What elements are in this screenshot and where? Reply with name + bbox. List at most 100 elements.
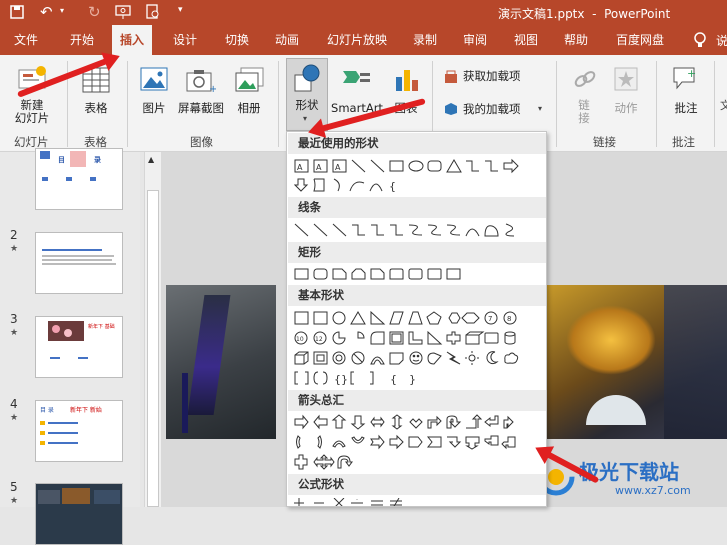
animation-star-icon: ★ — [10, 496, 19, 506]
slide4-title: 目 录 — [40, 407, 54, 414]
slide1-title2: 录 — [94, 156, 101, 164]
group-label-images: 图像 — [190, 135, 213, 149]
new-slide-label: 新建 幻灯片 — [14, 98, 50, 125]
undo-icon[interactable]: ↶ — [40, 3, 53, 21]
my-addins-button[interactable]: 我的加载项 ▾ — [444, 100, 544, 120]
slide-image-left — [166, 285, 276, 439]
arrows-row-2[interactable] — [294, 434, 539, 450]
picture-icon — [140, 67, 168, 94]
shapes-icon — [293, 63, 323, 96]
tab-view[interactable]: 视图 — [514, 25, 538, 55]
album-button[interactable]: 相册 — [228, 59, 270, 129]
tab-baidu-netdisk[interactable]: 百度网盘 — [616, 25, 664, 55]
tab-slideshow[interactable]: 幻灯片放映 — [327, 25, 387, 55]
arrows-row-3[interactable] — [294, 454, 374, 470]
svg-text:8: 8 — [507, 315, 511, 323]
watermark-url: www.xz7.com — [615, 484, 691, 497]
svg-text:{: { — [389, 180, 396, 193]
tab-design[interactable]: 设计 — [173, 25, 197, 55]
svg-text:12: 12 — [315, 336, 323, 343]
link-button: 链 接 — [566, 59, 602, 131]
customize-qat-icon[interactable]: ▾ — [178, 5, 183, 15]
slide-thumbnail-3[interactable]: 新年下 基础 — [35, 316, 123, 378]
svg-text:10: 10 — [296, 336, 304, 343]
slide-thumbnail-5[interactable] — [35, 483, 123, 545]
tab-review[interactable]: 审阅 — [463, 25, 487, 55]
animation-star-icon: ★ — [10, 413, 19, 423]
slide-number: 4 — [10, 397, 18, 411]
save-icon[interactable] — [10, 5, 24, 22]
tab-transitions[interactable]: 切换 — [225, 25, 249, 55]
slide-number: 5 — [10, 480, 18, 494]
ribbon-divider — [127, 61, 128, 147]
svg-text:}: } — [409, 373, 416, 386]
ribbon-divider — [656, 61, 657, 147]
svg-text:A: A — [297, 163, 303, 172]
photo-album-icon — [235, 67, 265, 96]
animation-star-icon: ★ — [10, 244, 19, 254]
basic-shapes-row-1[interactable]: 78 — [294, 310, 539, 326]
store-icon — [444, 70, 458, 87]
lightbulb-icon[interactable] — [693, 31, 707, 52]
shapes-label: 形状 — [295, 98, 319, 112]
scroll-up-icon[interactable]: ▲ — [148, 155, 154, 164]
picture-button[interactable]: 图片 — [134, 59, 174, 129]
action-label: 动作 — [614, 101, 638, 115]
section-header-recent-shapes: 最近使用的形状 — [288, 133, 546, 154]
comment-button[interactable]: + 批注 — [664, 59, 708, 129]
slide-thumbnail-4[interactable]: 目 录 新年下 新始 — [35, 400, 123, 462]
svg-text:+: + — [209, 84, 216, 93]
shapes-button[interactable]: 形状 ▾ — [286, 58, 328, 131]
chart-icon — [394, 67, 420, 96]
svg-text:{: { — [390, 373, 397, 386]
get-addins-label: 获取加载项 — [463, 69, 521, 83]
section-header-rectangles: 矩形 — [288, 242, 546, 263]
tell-me-overflow[interactable]: 说 — [716, 32, 727, 49]
basic-shapes-row-3[interactable] — [294, 350, 539, 366]
recent-shapes-row-2[interactable]: { — [294, 177, 414, 193]
new-slide-button[interactable]: 新建 幻灯片 — [4, 59, 60, 129]
slide-thumbnail-1[interactable]: 目 录 — [35, 148, 123, 210]
section-header-block-arrows: 箭头总汇 — [288, 390, 546, 411]
lines-row[interactable] — [294, 222, 539, 238]
animation-star-icon: ★ — [10, 328, 19, 338]
section-header-lines: 线条 — [288, 197, 546, 218]
link-icon — [573, 67, 597, 94]
screenshot-button[interactable]: + 屏幕截图 — [174, 59, 228, 129]
tab-home[interactable]: 开始 — [70, 25, 94, 55]
recent-shapes-row[interactable]: A A A — [294, 158, 539, 174]
tab-animations[interactable]: 动画 — [275, 25, 299, 55]
thumbnail-scrollbar[interactable]: ▲ — [144, 152, 161, 507]
table-label: 表格 — [84, 101, 108, 115]
arrows-row-1[interactable] — [294, 414, 539, 430]
tab-record[interactable]: 录制 — [413, 25, 437, 55]
ribbon-divider — [714, 61, 715, 147]
action-star-icon — [614, 67, 638, 94]
svg-text:7: 7 — [488, 315, 492, 323]
basic-shapes-row-4[interactable]: {} {} — [294, 370, 434, 386]
svg-text:A: A — [335, 163, 341, 172]
equation-shapes-row[interactable] — [294, 498, 414, 506]
addins-icon — [444, 102, 458, 119]
tab-file[interactable]: 文件 — [14, 25, 38, 55]
rectangles-row[interactable] — [294, 266, 494, 282]
shapes-gallery-dropdown[interactable]: 最近使用的形状 A A A { 线条 矩形 基本形状 7 8 10 12 {} … — [286, 131, 547, 507]
title-bar: ↶ ▾ ↻ ▾ 演示文稿1.pptx - PowerPoint — [0, 0, 727, 25]
tab-help[interactable]: 帮助 — [564, 25, 588, 55]
preview-icon[interactable] — [145, 4, 161, 23]
screenshot-icon: + — [186, 69, 217, 96]
slide-image-right — [546, 285, 727, 439]
chart-button[interactable]: 图表 — [386, 59, 426, 129]
scroll-thumb[interactable] — [147, 190, 159, 507]
comment-icon: + — [672, 66, 700, 95]
undo-dropdown-icon[interactable]: ▾ — [60, 6, 64, 15]
ribbon-divider — [556, 61, 557, 147]
present-icon[interactable] — [115, 4, 131, 23]
group-label-comments: 批注 — [672, 135, 695, 149]
svg-text:+: + — [687, 67, 696, 80]
overflow-icon: 文 — [720, 99, 727, 112]
slide-number: 3 — [10, 312, 18, 326]
group-label-links: 链接 — [593, 135, 616, 149]
slide-thumbnail-2[interactable] — [35, 232, 123, 294]
basic-shapes-row-2[interactable]: 10 12 — [294, 330, 539, 346]
